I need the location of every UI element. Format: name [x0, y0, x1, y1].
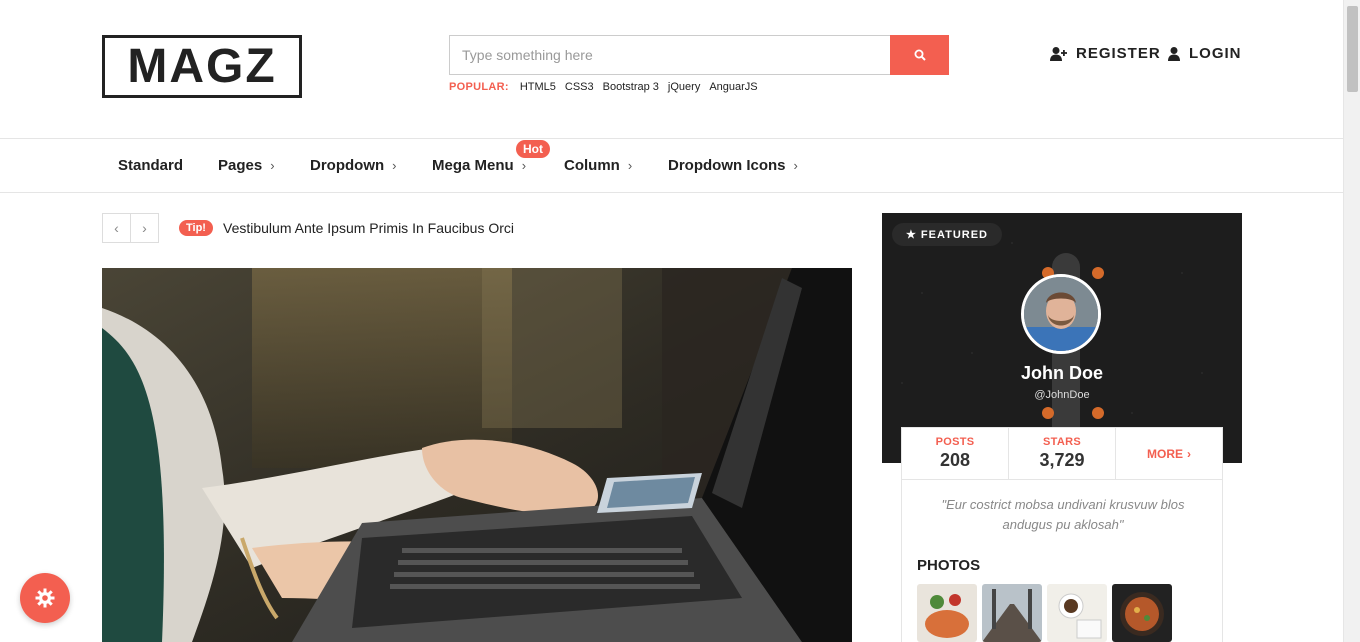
nav-item-dropdown-icons[interactable]: Dropdown Icons › [668, 157, 798, 174]
chevron-right-icon: › [521, 158, 527, 173]
nav-label: Dropdown Icons [668, 157, 786, 174]
nav-item-mega-menu[interactable]: Mega Menu › [432, 157, 526, 174]
photo-thumbnail[interactable] [917, 584, 977, 642]
chevron-right-icon: › [270, 158, 275, 173]
stat-value: 3,729 [1039, 450, 1085, 470]
ticker-controls: ‹ › [102, 213, 159, 243]
settings-button[interactable] [20, 573, 70, 623]
nav-item-dropdown[interactable]: Dropdown › [310, 157, 397, 174]
popular-tag-jquery[interactable]: jQuery [668, 81, 700, 93]
profile-stats: POSTS 208 STARS 3,729 MORE › [901, 427, 1223, 479]
search-bar [449, 35, 949, 75]
divider [902, 479, 1222, 480]
photo-thumbnail[interactable] [982, 584, 1042, 642]
ticker-next-button[interactable]: › [131, 214, 158, 242]
nav-item-pages[interactable]: Pages › [218, 157, 275, 174]
popular-tag-html5[interactable]: HTML5 [520, 81, 556, 93]
profile-name[interactable]: John Doe [882, 363, 1242, 384]
avatar[interactable] [1021, 274, 1101, 354]
photo-pan [1112, 584, 1172, 642]
ticker-prev-button[interactable]: ‹ [103, 214, 131, 242]
popular-tag-css3[interactable]: CSS3 [565, 81, 594, 93]
search-icon [914, 49, 926, 61]
photo-coffee [1047, 584, 1107, 642]
profile-handle: @JohnDoe [1034, 389, 1090, 401]
chevron-right-icon: › [142, 220, 147, 236]
stat-value: 208 [939, 450, 971, 470]
more-button[interactable]: MORE › [1116, 428, 1222, 479]
more-label: MORE [1147, 446, 1183, 461]
nav-label: Standard [118, 157, 184, 174]
hero-image[interactable] [102, 268, 852, 642]
photos-heading: PHOTOS [917, 557, 981, 574]
tip-badge: Tip! [179, 220, 213, 236]
featured-profile-card: ★ FEATURED John Doe @JohnDoe [882, 213, 1242, 463]
stat-label: POSTS [935, 436, 975, 448]
profile-card-body: "Eur costrict mobsa undivani krusvuw blo… [901, 479, 1223, 642]
page: MAGZ POPULAR: HTML5 CSS3 Bootstrap 3 jQu… [0, 0, 1360, 642]
gear-icon [35, 588, 55, 608]
popular-tag-bootstrap[interactable]: Bootstrap 3 [603, 81, 659, 93]
nav-label: Pages [218, 157, 263, 174]
register-label: REGISTER [1076, 45, 1161, 62]
chevron-right-icon: › [1187, 446, 1191, 461]
photo-bridge [982, 584, 1042, 642]
nav-label: Column [564, 157, 620, 174]
stat-label: STARS [1043, 436, 1081, 448]
chevron-right-icon: › [793, 158, 798, 173]
photo-thumbnail[interactable] [1112, 584, 1172, 642]
stat-stars[interactable]: STARS 3,729 [1009, 428, 1116, 479]
search-input[interactable] [449, 35, 890, 75]
site-logo[interactable]: MAGZ [102, 35, 302, 98]
user-icon [1168, 46, 1180, 61]
nav-item-column[interactable]: Column › [564, 157, 632, 174]
popular-tags: POPULAR: HTML5 CSS3 Bootstrap 3 jQuery A… [449, 81, 758, 93]
ticker-headline[interactable]: Vestibulum Ante Ipsum Primis In Faucibus… [223, 220, 514, 236]
featured-badge: ★ FEATURED [892, 223, 1002, 246]
user-plus-icon [1050, 46, 1067, 61]
page-scrollbar[interactable] [1343, 0, 1360, 642]
login-link[interactable]: LOGIN [1167, 45, 1242, 62]
stat-posts[interactable]: POSTS 208 [902, 428, 1009, 479]
chevron-right-icon: › [627, 158, 633, 173]
popular-label: POPULAR: [449, 81, 509, 93]
avatar-image [1024, 277, 1098, 351]
nav-label: Dropdown [310, 157, 385, 174]
chevron-right-icon: › [392, 158, 397, 173]
hero-illustration [102, 268, 852, 642]
nav-item-standard[interactable]: Standard [118, 157, 183, 174]
register-link[interactable]: REGISTER [1050, 45, 1161, 62]
nav-label: Mega Menu [432, 157, 514, 174]
search-button[interactable] [890, 35, 949, 75]
profile-quote: "Eur costrict mobsa undivani krusvuw blo… [941, 497, 1185, 532]
chevron-left-icon: ‹ [114, 220, 119, 236]
popular-tag-angularjs[interactable]: AnguarJS [709, 81, 757, 93]
hot-badge: Hot [516, 140, 550, 158]
photo-thumbnail[interactable] [1047, 584, 1107, 642]
scrollbar-thumb[interactable] [1347, 6, 1358, 92]
photo-food [917, 584, 977, 642]
logo-text: MAGZ [127, 40, 277, 93]
login-label: LOGIN [1189, 45, 1242, 62]
